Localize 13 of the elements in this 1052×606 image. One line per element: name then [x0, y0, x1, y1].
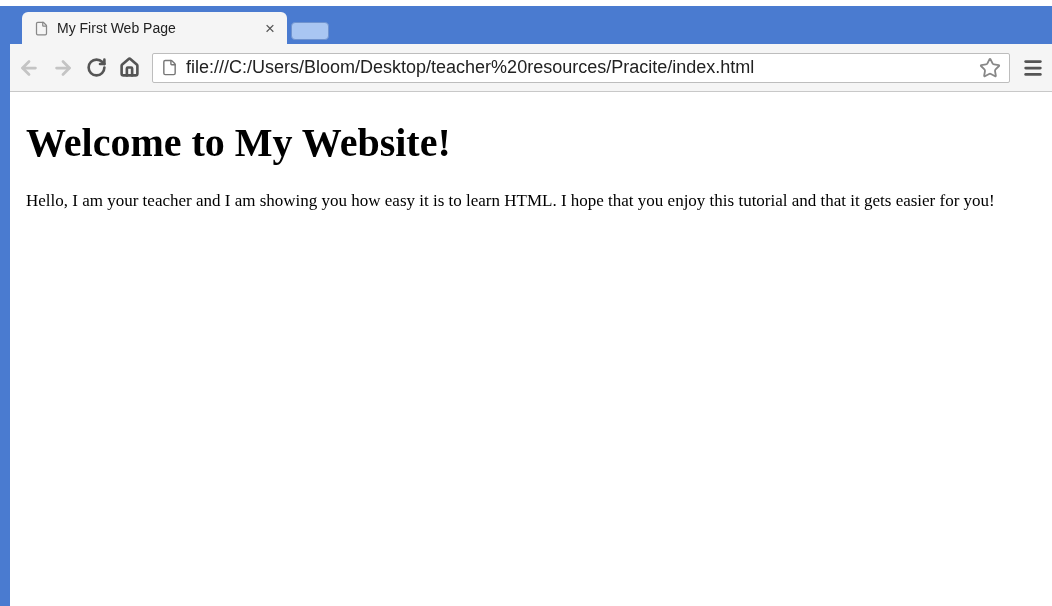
new-tab-button[interactable] — [291, 22, 329, 40]
page-icon — [34, 20, 49, 36]
page-icon — [161, 59, 178, 76]
home-icon[interactable] — [119, 57, 140, 78]
address-bar[interactable]: file:///C:/Users/Bloom/Desktop/teacher%20resources/Pracite/index.html — [152, 52, 1010, 83]
bookmark-star-icon[interactable] — [979, 56, 1001, 79]
reload-icon[interactable] — [86, 57, 107, 78]
page-heading: Welcome to My Website! — [26, 119, 452, 167]
browser-tab[interactable]: My First Web Page × — [22, 12, 287, 44]
address-text: file:///C:/Users/Bloom/Desktop/teacher%20resources/Pracite/index.html — [186, 56, 756, 79]
page-paragraph: Hello, I am your teacher and I am showing you how easy it is to learn HTML. I hope that you enjoy this tutorial and that it gets easier for you! — [26, 190, 996, 212]
tab-title: My First Web Page — [57, 18, 177, 38]
close-tab-button[interactable]: × — [265, 19, 275, 37]
